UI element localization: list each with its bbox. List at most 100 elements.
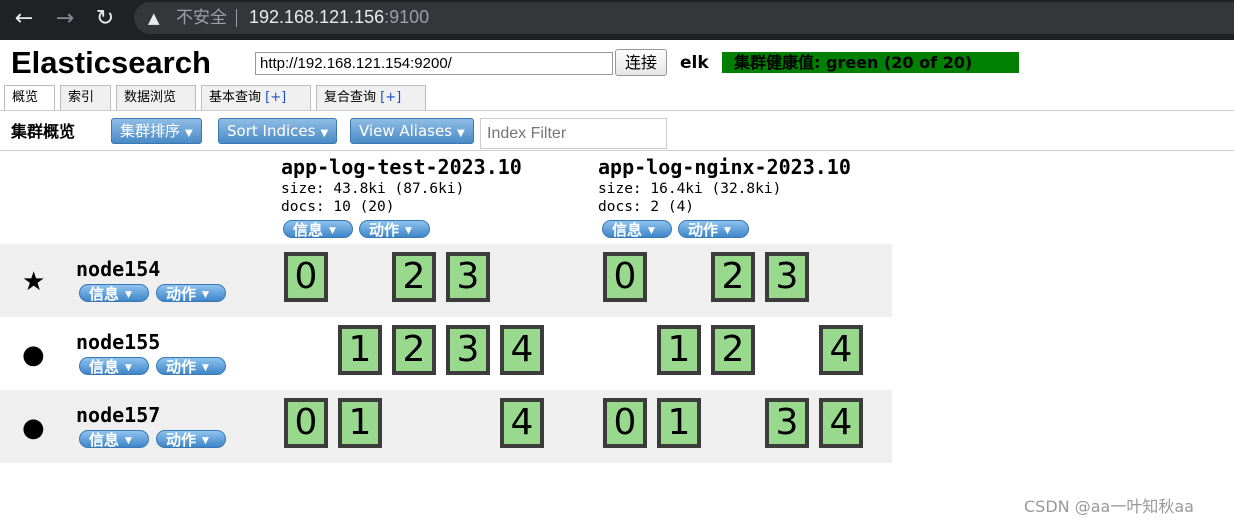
caret-down-icon: ▼ [648,226,655,236]
node-row: ● node157 信息 ▼ 动作 ▼ [0,390,892,463]
caret-down-icon: ▼ [329,226,336,236]
pill-label: 信息 [89,285,120,302]
tab-label: 概览 [12,90,39,105]
shard-box[interactable]: 2 [711,325,755,375]
shard-box[interactable]: 1 [657,398,701,448]
tab-label: 复合查询 [324,90,377,105]
button-label: View Aliases [359,122,453,140]
watermark: CSDN @aa一叶知秋aa [1024,497,1194,516]
circle-icon: ● [22,340,45,370]
node-action-button[interactable]: 动作 ▼ [156,430,226,448]
caret-down-icon: ▼ [185,128,193,139]
view-aliases-button[interactable]: View Aliases ▼ [350,118,474,144]
cluster-sort-button[interactable]: 集群排序 ▼ [111,118,202,144]
node-action-button[interactable]: 动作 ▼ [156,284,226,302]
node-info-button[interactable]: 信息 ▼ [79,357,149,375]
reload-icon[interactable]: ↻ [92,6,118,32]
cluster-name: elk [680,53,709,73]
shard-box[interactable]: 2 [392,325,436,375]
shard-box[interactable]: 0 [603,252,647,302]
tab-plus: [+] [265,90,287,105]
node-action-button[interactable]: 动作 ▼ [156,357,226,375]
star-icon: ★ [22,267,46,297]
node-info-button[interactable]: 信息 ▼ [79,430,149,448]
index-info-button[interactable]: 信息 ▼ [602,220,672,238]
tab-indices[interactable]: 索引 [60,85,111,110]
shard-box[interactable]: 2 [392,252,436,302]
shard-box[interactable]: 0 [603,398,647,448]
tab-complex-query[interactable]: 复合查询 [+] [316,85,426,110]
sort-indices-button[interactable]: Sort Indices ▼ [218,118,338,144]
caret-down-icon: ▼ [202,290,209,300]
caret-down-icon: ▼ [125,363,132,373]
overview-title: 集群概览 [11,122,76,141]
address-url[interactable]: 192.168.121.156:9100 [249,6,429,28]
insecure-label[interactable]: 不安全 [176,7,227,29]
pill-label: 动作 [688,221,719,238]
shard-box[interactable]: 1 [657,325,701,375]
pill-label: 动作 [166,358,197,375]
index-size: size: 43.8ki (87.6ki) [281,181,465,197]
tab-basic-query[interactable]: 基本查询 [+] [201,85,311,110]
caret-down-icon: ▼ [202,363,209,373]
pill-label: 信息 [293,221,324,238]
shard-box[interactable]: 1 [338,325,382,375]
node-name: node154 [76,257,161,281]
caret-down-icon: ▼ [320,128,329,139]
shard-box[interactable]: 4 [819,325,863,375]
tab-plus: [+] [380,90,402,105]
shard-box[interactable]: 4 [819,398,863,448]
tab-label: 索引 [68,90,95,105]
button-label: 集群排序 [120,122,181,140]
pill-label: 动作 [166,431,197,448]
pill-label: 信息 [612,221,643,238]
node-info-button[interactable]: 信息 ▼ [79,284,149,302]
cluster-health-badge: 集群健康值: green (20 of 20) [722,52,1019,73]
shard-box[interactable]: 2 [711,252,755,302]
caret-down-icon: ▼ [724,226,731,236]
shard-box[interactable]: 3 [765,398,809,448]
shard-box[interactable]: 3 [765,252,809,302]
forward-arrow-icon[interactable]: → [52,6,78,32]
node-name: node155 [76,330,161,354]
overview-toolbar: 集群概览 集群排序 ▼ Sort Indices ▼ View Aliases ▼ [0,111,1234,151]
shard-box[interactable]: 4 [500,398,544,448]
circle-icon: ● [22,413,45,443]
tab-label: 基本查询 [209,90,262,105]
index-filter-input[interactable] [480,118,667,149]
caret-down-icon: ▼ [457,128,465,139]
shard-box[interactable]: 0 [284,398,328,448]
index-docs: docs: 2 (4) [598,199,695,215]
caret-down-icon: ▼ [125,436,132,446]
shard-box[interactable]: 3 [446,325,490,375]
index-info-button[interactable]: 信息 ▼ [283,220,353,238]
shard-box[interactable]: 0 [284,252,328,302]
shard-box[interactable]: 1 [338,398,382,448]
back-arrow-icon[interactable]: ← [11,6,37,32]
url-port: :9100 [384,7,430,27]
pill-label: 信息 [89,358,120,375]
shard-box[interactable]: 4 [500,325,544,375]
tab-overview[interactable]: 概览 [4,85,55,110]
tab-browser[interactable]: 数据浏览 [116,85,196,110]
caret-down-icon: ▼ [202,436,209,446]
url-host: 192.168.121.156 [249,7,385,27]
app-logo: Elasticsearch [11,45,211,80]
pill-label: 信息 [89,431,120,448]
index-size: size: 16.4ki (32.8ki) [598,181,782,197]
browser-toolbar: ← → ↻ ▲ 不安全 192.168.121.156:9100 [0,0,1234,40]
index-name: app-log-test-2023.10 [281,155,522,179]
warning-triangle-icon[interactable]: ▲ [148,8,160,28]
connect-url-input[interactable] [255,52,613,75]
caret-down-icon: ▼ [125,290,132,300]
index-docs: docs: 10 (20) [281,199,395,215]
index-name: app-log-nginx-2023.10 [598,155,851,179]
pill-label: 动作 [369,221,400,238]
node-name: node157 [76,403,161,427]
tab-label: 数据浏览 [124,90,177,105]
connect-button[interactable]: 连接 [615,49,667,76]
index-action-button[interactable]: 动作 ▼ [359,220,430,238]
shard-box[interactable]: 3 [446,252,490,302]
index-action-button[interactable]: 动作 ▼ [678,220,749,238]
address-separator [236,9,237,27]
